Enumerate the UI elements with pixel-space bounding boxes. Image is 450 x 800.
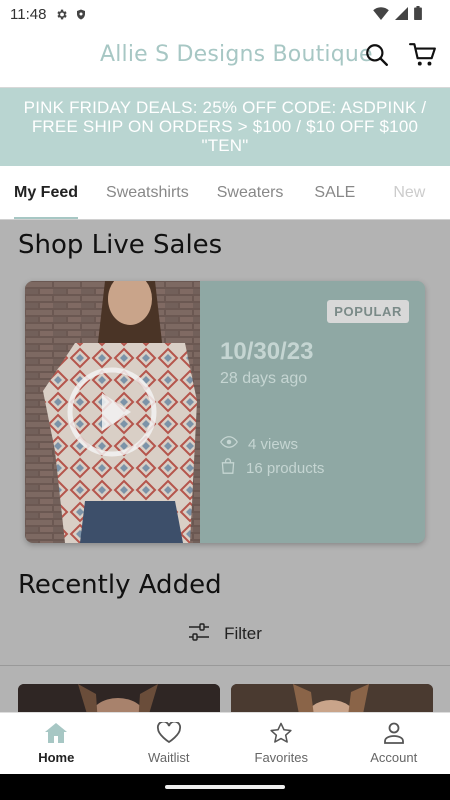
status-bar: 11:48 <box>0 0 450 28</box>
tab-sweatshirts[interactable]: Sweatshirts <box>106 166 189 219</box>
nav-account[interactable]: Account <box>338 713 450 774</box>
app-screen: 11:48 Allie S Designs Boutique PINK FRID… <box>0 0 450 800</box>
status-right-group <box>373 6 422 24</box>
live-sale-card[interactable]: POPULAR 10/30/23 28 days ago 4 views 16 … <box>25 281 425 543</box>
products-count: 16 products <box>246 459 325 477</box>
popular-badge: POPULAR <box>327 300 409 323</box>
promo-banner[interactable]: PINK FRIDAY DEALS: 25% OFF CODE: ASDPINK… <box>0 88 450 166</box>
category-tabs: My Feed Sweatshirts Sweaters SALE New <box>0 166 450 220</box>
tab-label: SALE <box>314 183 356 201</box>
bottom-navigation: Home Waitlist Favorites Account <box>0 712 450 774</box>
tab-label: New <box>393 183 426 201</box>
feed-content: Shop Live Sales POPULAR 10/30/23 28 days… <box>0 220 450 712</box>
nav-favorites[interactable]: Favorites <box>225 713 338 774</box>
shield-icon <box>74 7 88 21</box>
section-title-recently-added: Recently Added <box>18 570 222 600</box>
products-stat: 16 products <box>220 458 324 478</box>
person-icon <box>383 722 405 747</box>
section-title-live-sales: Shop Live Sales <box>18 230 223 260</box>
signal-icon <box>395 6 408 24</box>
app-header: Allie S Designs Boutique <box>0 28 450 88</box>
tab-sweaters[interactable]: Sweaters <box>216 166 284 219</box>
nav-label: Favorites <box>254 750 308 765</box>
cart-button[interactable] <box>408 42 438 72</box>
filter-button[interactable]: Filter <box>0 620 450 648</box>
sliders-icon <box>188 622 210 646</box>
tab-my-feed[interactable]: My Feed <box>14 166 79 219</box>
tab-label: Sweaters <box>216 183 284 201</box>
heart-icon <box>156 720 182 747</box>
status-time: 11:48 <box>10 5 47 23</box>
nav-label: Account <box>370 750 418 765</box>
brand-title: Allie S Designs Boutique <box>100 42 373 67</box>
tab-label: My Feed <box>14 183 79 201</box>
live-video-thumbnail[interactable] <box>25 281 200 543</box>
views-count: 4 views <box>248 435 299 453</box>
battery-icon <box>414 6 422 24</box>
nav-label: Home <box>38 750 75 765</box>
star-icon <box>269 722 293 747</box>
nav-label: Waitlist <box>148 750 190 765</box>
cart-icon <box>409 42 437 73</box>
nav-home[interactable]: Home <box>0 713 113 774</box>
live-sale-info: POPULAR 10/30/23 28 days ago 4 views 16 … <box>200 281 425 543</box>
product-card[interactable] <box>231 684 433 712</box>
product-card[interactable] <box>18 684 220 712</box>
filter-label: Filter <box>224 624 262 643</box>
system-gesture-bar <box>0 774 450 800</box>
home-icon <box>44 722 68 747</box>
search-icon <box>364 42 390 73</box>
tab-new[interactable]: New <box>393 166 426 219</box>
live-sale-age: 28 days ago <box>220 370 308 387</box>
gear-icon <box>54 7 68 21</box>
search-button[interactable] <box>362 42 392 72</box>
bag-icon <box>220 458 236 478</box>
tab-label: Sweatshirts <box>106 183 189 201</box>
eye-icon <box>220 435 238 453</box>
tab-sale[interactable]: SALE <box>314 166 356 219</box>
views-stat: 4 views <box>220 435 298 453</box>
home-gesture-handle[interactable] <box>165 785 285 789</box>
wifi-icon <box>373 6 389 24</box>
live-sale-date: 10/30/23 <box>220 338 314 365</box>
nav-waitlist[interactable]: Waitlist <box>113 713 226 774</box>
section-divider <box>0 665 450 666</box>
